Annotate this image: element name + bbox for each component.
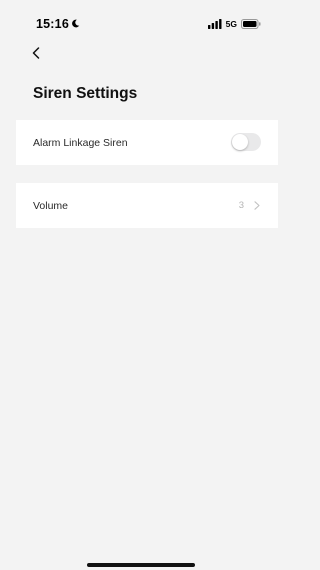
back-button[interactable] <box>28 45 44 61</box>
status-indicators: 5G <box>207 18 261 30</box>
chevron-left-icon <box>32 47 40 59</box>
alarm-linkage-siren-toggle[interactable] <box>231 133 261 151</box>
home-indicator <box>87 563 195 567</box>
chevron-right-icon <box>254 201 260 210</box>
signal-icon <box>207 19 222 29</box>
network-label: 5G <box>225 19 237 29</box>
battery-icon <box>241 19 261 29</box>
alarm-linkage-siren-row: Alarm Linkage Siren <box>16 120 278 165</box>
page-title: Siren Settings <box>33 85 138 102</box>
volume-row[interactable]: Volume 3 <box>16 183 278 228</box>
volume-value: 3 <box>238 200 244 211</box>
alarm-linkage-siren-label: Alarm Linkage Siren <box>33 136 128 149</box>
status-time: 15:16 <box>36 17 69 31</box>
status-bar: 15:16 5G <box>0 0 283 34</box>
moon-icon <box>72 19 80 28</box>
volume-label: Volume <box>33 199 69 212</box>
toggle-knob <box>232 134 248 150</box>
